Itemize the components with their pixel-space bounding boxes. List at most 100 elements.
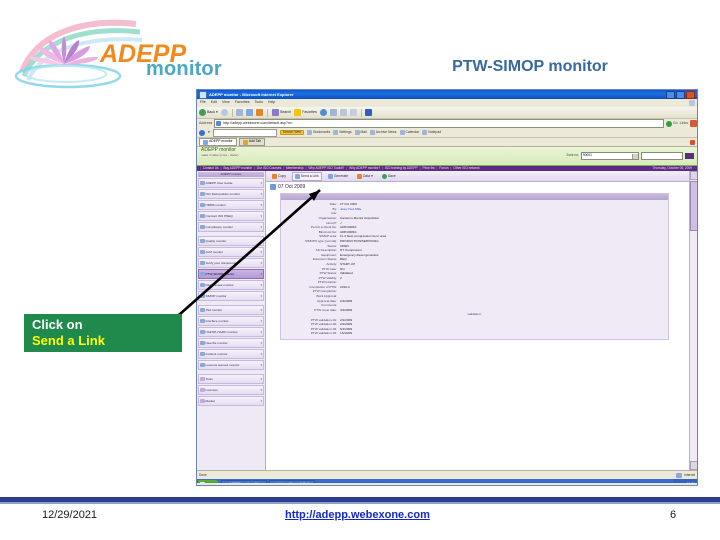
search-button[interactable]: Search bbox=[271, 109, 291, 116]
sidebar-item-interface-monitor[interactable]: Interface monitor ▾ bbox=[198, 316, 264, 327]
nav-link-why-adepp-iso-toolkit[interactable]: Why ADEPP ISO Toolkit? bbox=[308, 166, 344, 170]
sidebar-group-market[interactable]: Market ▾ bbox=[198, 396, 264, 407]
sidebar-item-incident-monitor[interactable]: Incident monitor ▾ bbox=[198, 349, 264, 360]
content-scrollbar[interactable] bbox=[689, 171, 697, 471]
menu-item-tools[interactable]: Tools bbox=[255, 101, 263, 105]
address-input[interactable]: http://adepp.webexone.com/default.asp?m= bbox=[214, 119, 664, 128]
chevron-down-icon[interactable]: ▾ bbox=[260, 250, 263, 254]
links-label[interactable]: Links bbox=[680, 121, 688, 126]
home-icon[interactable] bbox=[256, 109, 264, 116]
history-icon[interactable] bbox=[329, 109, 337, 116]
menu-item-help[interactable]: Help bbox=[268, 101, 275, 105]
sidebar-item-compliance-monitor[interactable]: Compliance monitor ▾ bbox=[198, 222, 264, 233]
chevron-down-icon[interactable]: ▾ bbox=[260, 225, 263, 229]
chevron-down-icon[interactable]: ▾ bbox=[371, 174, 373, 178]
sidebar-item-adepp-user-guide[interactable]: ADEPP User Guide ▾ bbox=[198, 178, 264, 189]
app-search-input[interactable] bbox=[641, 152, 683, 160]
google-news-button[interactable]: Archive News bbox=[369, 130, 397, 135]
chevron-down-icon[interactable]: ▾ bbox=[260, 203, 263, 207]
nav-link-our-iso-courses[interactable]: Our ISO Courses bbox=[257, 166, 281, 170]
nav-link-contact-us[interactable]: Contact Us bbox=[203, 166, 219, 170]
chevron-down-icon[interactable]: ▾ bbox=[260, 352, 263, 356]
nav-link-membership[interactable]: Membership bbox=[286, 166, 304, 170]
google-calendar-button[interactable]: Calendar bbox=[399, 130, 419, 135]
chevron-down-icon[interactable]: ▾ bbox=[260, 261, 263, 265]
chevron-down-icon[interactable]: ▾ bbox=[260, 363, 263, 367]
sidebar-item-quality-monitor[interactable]: Quality monitor ▾ bbox=[198, 236, 264, 247]
media-icon[interactable] bbox=[319, 109, 327, 116]
google-dropdown-icon[interactable]: ▾ bbox=[208, 130, 210, 134]
app-go-button[interactable] bbox=[685, 153, 694, 159]
scroll-down-button[interactable] bbox=[690, 461, 697, 471]
google-mail-button[interactable]: Mail bbox=[354, 130, 367, 135]
footer-url-link[interactable]: http://adepp.webexone.com bbox=[285, 509, 430, 521]
chevron-down-icon[interactable]: ▾ bbox=[260, 388, 263, 392]
menu-item-favorites[interactable]: Favorites bbox=[235, 101, 250, 105]
send-a-link-button[interactable]: Send a Link bbox=[291, 171, 322, 181]
google-bookmarks-button[interactable]: Bookmarks bbox=[307, 130, 330, 135]
chevron-down-icon[interactable]: ▾ bbox=[260, 308, 263, 312]
menu-item-view[interactable]: View bbox=[222, 101, 230, 105]
nav-link-other-iso-network[interactable]: Other ISO network bbox=[453, 166, 479, 170]
chevron-down-icon[interactable]: ▾ bbox=[260, 283, 263, 287]
sidebar-item-hazop-hazid-monitor[interactable]: HAZOP-HAZID monitor ▾ bbox=[198, 327, 264, 338]
chevron-down-icon[interactable]: ▾ bbox=[260, 192, 263, 196]
chevron-down-icon[interactable]: ▾ bbox=[260, 214, 263, 218]
scroll-thumb[interactable] bbox=[690, 181, 697, 232]
sidebar-group-tools[interactable]: Tools ▾ bbox=[198, 374, 264, 385]
data-button[interactable]: Data ▾ bbox=[354, 172, 376, 181]
links-chevron-icon[interactable] bbox=[690, 120, 697, 127]
print-icon[interactable] bbox=[349, 109, 357, 116]
google-search-button[interactable]: Search Web bbox=[279, 129, 305, 136]
chevron-down-icon[interactable]: ▾ bbox=[260, 399, 263, 403]
taskbar-item-browser[interactable]: ADEPP monitor - Micr... bbox=[220, 479, 268, 483]
save-button[interactable]: Save bbox=[379, 172, 399, 181]
menu-item-file[interactable]: File bbox=[200, 101, 206, 105]
close-tab-icon[interactable] bbox=[690, 139, 695, 145]
sidebar-item-lessons-learned-monitor[interactable]: Lessons learned monitor ▾ bbox=[198, 360, 264, 371]
google-notepad-button[interactable]: Notepad bbox=[422, 130, 441, 135]
sidebar-item-hrms-monitor[interactable]: HRMS monitor ▾ bbox=[198, 200, 264, 211]
chevron-down-icon[interactable]: ▾ bbox=[260, 319, 263, 323]
chevron-down-icon[interactable]: ▾ bbox=[260, 330, 263, 334]
back-dropdown-icon[interactable]: ▾ bbox=[216, 110, 218, 115]
generate-button[interactable]: Generate bbox=[325, 172, 351, 181]
refresh-icon[interactable] bbox=[246, 109, 254, 116]
back-button[interactable]: Back ▾ bbox=[199, 109, 218, 116]
copy-button[interactable]: Copy bbox=[269, 172, 289, 181]
tab-adepp-monitor[interactable]: ADEPP monitor bbox=[199, 138, 237, 146]
sidebar-item-risk-review-monitor[interactable]: Risk Review monitor ▾ bbox=[198, 280, 264, 291]
chevron-down-icon[interactable]: ▾ bbox=[260, 377, 263, 381]
nav-link-iso-training[interactable]: ISO training by ADEPP bbox=[385, 166, 418, 170]
chevron-down-icon[interactable]: ▾ bbox=[260, 239, 263, 243]
edit-icon[interactable] bbox=[365, 109, 373, 116]
forward-button[interactable] bbox=[220, 109, 228, 116]
chevron-down-icon[interactable]: ▾ bbox=[260, 341, 263, 345]
google-settings-button[interactable]: Settings bbox=[333, 130, 352, 135]
nav-link-forum[interactable]: Forum bbox=[439, 166, 448, 170]
menu-item-edit[interactable]: Edit bbox=[211, 101, 217, 105]
mail-icon[interactable] bbox=[339, 109, 347, 116]
sidebar-item-verify-documents[interactable]: Verify your documents... ▾ bbox=[198, 258, 264, 269]
sidebar-item-iso-deliverables-monitor[interactable]: ISO Deliverables monitor ▾ bbox=[198, 189, 264, 200]
nav-link-buy-adepp-monitor[interactable]: Buy ADEPP monitor bbox=[223, 166, 251, 170]
minimize-button[interactable] bbox=[666, 90, 675, 99]
google-search-input[interactable] bbox=[212, 128, 277, 137]
favorites-button[interactable]: Favorites bbox=[294, 109, 317, 116]
sidebar-item-new-file-monitor[interactable]: New file monitor ▾ bbox=[198, 338, 264, 349]
add-tab-button[interactable]: Add Tab bbox=[238, 138, 266, 146]
start-button[interactable]: start bbox=[198, 480, 219, 483]
close-button[interactable] bbox=[686, 90, 695, 99]
nav-link-why-adepp-monitor[interactable]: Why ADEPP monitor? bbox=[349, 166, 380, 170]
chevron-down-icon[interactable]: ▾ bbox=[260, 272, 263, 276]
scroll-up-button[interactable] bbox=[690, 171, 697, 181]
go-button[interactable]: Go bbox=[665, 120, 678, 127]
chevron-down-icon[interactable]: ▾ bbox=[260, 181, 263, 185]
restore-button[interactable] bbox=[676, 90, 685, 99]
sidebar-group-licenses[interactable]: Licenses ▾ bbox=[198, 385, 264, 396]
zone-select[interactable]: 90001 bbox=[581, 152, 639, 160]
sidebar-item-conduct-iso-hseq[interactable]: Conduct ISO HSEQ ▾ bbox=[198, 211, 264, 222]
sidebar-item-jsa-monitor[interactable]: JSA monitor ▾ bbox=[198, 305, 264, 316]
sidebar-item-alm-monitor[interactable]: ALM monitor ▾ bbox=[198, 247, 264, 258]
stop-icon[interactable] bbox=[236, 109, 244, 116]
